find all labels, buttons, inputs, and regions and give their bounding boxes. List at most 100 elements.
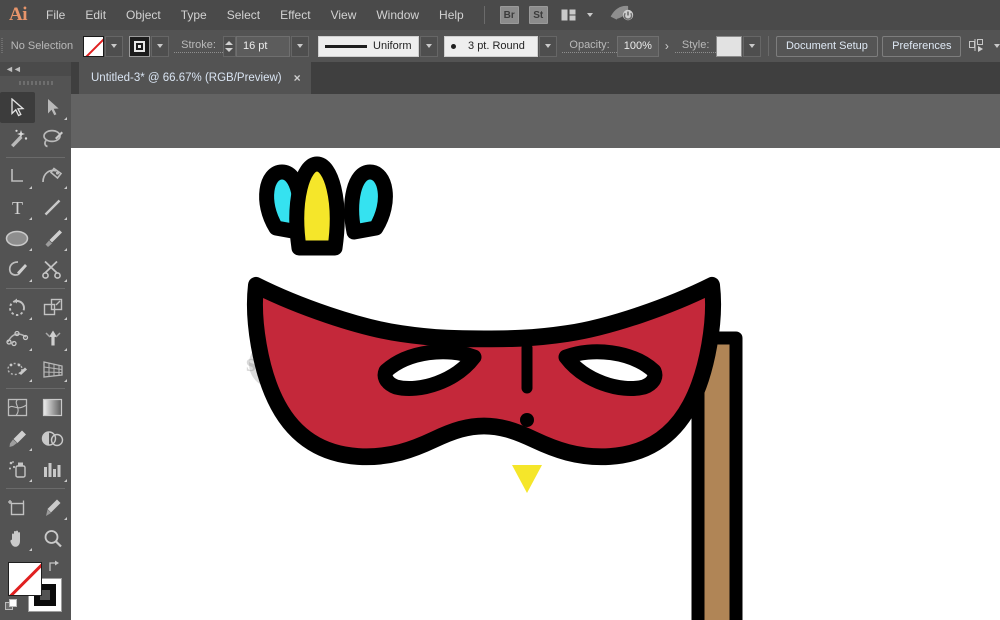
menu-type[interactable]: Type [171, 0, 217, 30]
artboard[interactable]: 网 system.com [71, 148, 1000, 620]
swap-fill-stroke-icon[interactable] [48, 559, 62, 573]
carnival-mask-artwork[interactable] [71, 148, 1000, 620]
tool-more-indicator-icon [29, 248, 32, 251]
stroke-dropdown-chevron-icon[interactable] [151, 36, 169, 57]
tool-divider [6, 388, 65, 389]
tool-curvature[interactable] [35, 161, 70, 192]
tool-lasso[interactable] [35, 123, 70, 154]
menu-help[interactable]: Help [429, 0, 474, 30]
workspace-rocket-icon[interactable] [609, 4, 635, 27]
tool-more-indicator-icon [64, 279, 67, 282]
stroke-weight-input[interactable]: 16 pt [236, 36, 290, 57]
mask-nose-details[interactable] [520, 348, 534, 427]
tool-magic-wand[interactable] [0, 123, 35, 154]
preferences-button[interactable]: Preferences [882, 36, 961, 57]
tool-more-indicator-icon [64, 479, 67, 482]
opacity-input[interactable]: 100% [617, 36, 659, 57]
opacity-more-arrow[interactable]: › [659, 39, 675, 53]
tool-more-indicator-icon [29, 479, 32, 482]
tool-shape-builder[interactable] [0, 354, 35, 385]
mask-feathers[interactable] [261, 164, 386, 248]
menu-bar: Ai File Edit Object Type Select Effect V… [0, 0, 1000, 30]
menu-object[interactable]: Object [116, 0, 171, 30]
fill-swatch-control[interactable] [83, 36, 123, 57]
stroke-weight-stepper[interactable] [223, 36, 236, 57]
bridge-button[interactable]: Br [500, 6, 519, 24]
tool-more-indicator-icon [64, 348, 67, 351]
tool-list: T [0, 90, 71, 620]
round-brush-icon [451, 44, 456, 49]
stroke-swatch-control[interactable] [129, 36, 169, 57]
stroke-profile-value[interactable]: Uniform [318, 36, 419, 57]
tool-mesh[interactable] [0, 392, 35, 423]
stroke-profile-control[interactable]: Uniform [318, 36, 438, 57]
brush-definition-control[interactable]: 3 pt. Round [444, 36, 557, 57]
stroke-profile-label: Uniform [373, 40, 412, 52]
canvas-area[interactable]: 网 system.com [71, 94, 1000, 620]
stroke-profile-chevron-icon[interactable] [420, 36, 438, 57]
stroke-weight-control[interactable]: 16 pt [223, 36, 309, 57]
style-label: Style: [675, 39, 717, 53]
tool-free-transform[interactable] [35, 323, 70, 354]
graphic-style-control[interactable] [716, 36, 761, 57]
tool-artboard[interactable] [0, 492, 35, 523]
tool-perspective-grid[interactable] [35, 354, 70, 385]
tool-blend[interactable] [35, 423, 70, 454]
tool-rotate[interactable] [0, 292, 35, 323]
document-setup-button[interactable]: Document Setup [776, 36, 878, 57]
tool-more-indicator-icon [64, 217, 67, 220]
menu-select[interactable]: Select [217, 0, 270, 30]
tool-symbol-sprayer[interactable] [0, 454, 35, 485]
default-fill-stroke-icon[interactable] [5, 598, 19, 610]
tool-zoom[interactable] [35, 523, 70, 554]
graphic-style-chevron-icon[interactable] [743, 36, 761, 57]
tool-line-segment[interactable] [35, 192, 70, 223]
menu-effect[interactable]: Effect [270, 0, 320, 30]
close-icon[interactable]: × [294, 71, 301, 85]
stroke-swatch[interactable] [129, 36, 150, 57]
tool-type[interactable]: T [0, 192, 35, 223]
tool-ellipse[interactable] [0, 223, 35, 254]
arrange-documents-icon[interactable] [561, 7, 583, 23]
tools-panel-grip[interactable] [0, 76, 71, 90]
document-tab[interactable]: Untitled-3* @ 66.67% (RGB/Preview) × [79, 62, 311, 94]
tool-divider [6, 157, 65, 158]
tool-slice[interactable] [35, 492, 70, 523]
tool-more-indicator-icon [29, 548, 32, 551]
fill-indicator-swatch[interactable] [8, 562, 42, 596]
menu-file[interactable]: File [36, 0, 75, 30]
double-arrow-left-icon[interactable]: ◄◄ [5, 64, 21, 74]
align-chevron-icon[interactable] [994, 44, 1000, 48]
tool-width[interactable] [0, 323, 35, 354]
fill-none-swatch[interactable] [83, 36, 104, 57]
arrange-chevron-icon[interactable] [587, 13, 593, 17]
align-to-selection-icon[interactable] [969, 38, 989, 54]
tool-gradient[interactable] [35, 392, 70, 423]
tools-panel-header[interactable]: ◄◄ [0, 62, 71, 76]
tool-pen[interactable] [0, 161, 35, 192]
tool-selection[interactable] [0, 92, 35, 123]
brush-definition-label: 3 pt. Round [468, 40, 525, 52]
graphic-style-swatch[interactable] [716, 36, 742, 57]
brush-definition-value[interactable]: 3 pt. Round [444, 36, 538, 57]
fill-dropdown-chevron-icon[interactable] [105, 36, 123, 57]
tool-scale[interactable] [35, 292, 70, 323]
tool-more-indicator-icon [64, 379, 67, 382]
tool-more-indicator-icon [29, 448, 32, 451]
menu-window[interactable]: Window [366, 0, 429, 30]
tool-eyedropper[interactable] [0, 423, 35, 454]
fill-stroke-indicator [0, 558, 71, 620]
tool-scissors[interactable] [35, 254, 70, 285]
mask-chin-accent[interactable] [512, 465, 542, 493]
tool-direct-selection[interactable] [35, 92, 70, 123]
tool-paintbrush[interactable] [35, 223, 70, 254]
tool-more-indicator-icon [29, 279, 32, 282]
tool-shaper[interactable] [0, 254, 35, 285]
stroke-weight-chevron-icon[interactable] [291, 36, 309, 57]
stock-button[interactable]: St [529, 6, 548, 24]
tool-hand[interactable] [0, 523, 35, 554]
menu-view[interactable]: View [321, 0, 367, 30]
tool-column-graph[interactable] [35, 454, 70, 485]
menu-edit[interactable]: Edit [75, 0, 116, 30]
brush-definition-chevron-icon[interactable] [539, 36, 557, 57]
